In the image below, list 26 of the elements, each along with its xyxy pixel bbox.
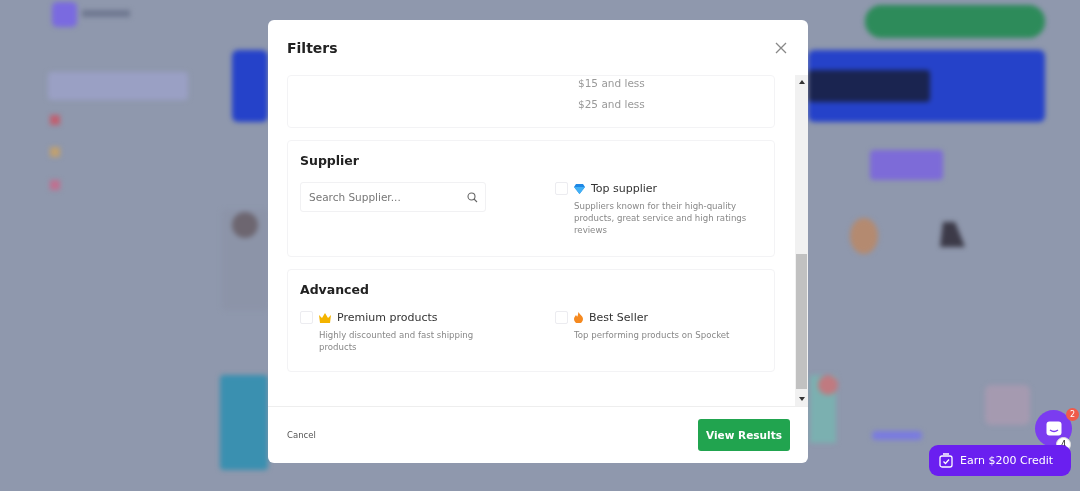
- option-description: Highly discounted and fast shipping products: [319, 329, 475, 353]
- gift-box-icon: [939, 453, 953, 468]
- option-description: Top performing products on Spocket: [574, 329, 731, 341]
- price-option[interactable]: $15 and less: [578, 77, 762, 89]
- view-results-button[interactable]: View Results: [698, 419, 790, 451]
- scroll-up-icon[interactable]: [798, 80, 805, 84]
- dialog-title: Filters: [287, 39, 338, 56]
- search-field[interactable]: Search Supplier...: [300, 182, 486, 212]
- diamond-icon: [574, 183, 585, 194]
- option-description: Suppliers known for their high-quality products, great service and high ratings reviews: [574, 200, 748, 236]
- scrollbar[interactable]: [795, 75, 808, 406]
- search-icon: [467, 192, 478, 203]
- section-title: Advanced: [300, 282, 370, 297]
- option-label: Top supplier: [591, 182, 658, 195]
- section-title: Supplier: [300, 153, 360, 168]
- crown-icon: [319, 312, 331, 323]
- flame-icon: [574, 312, 583, 323]
- cancel-button[interactable]: Cancel: [287, 430, 316, 440]
- close-icon[interactable]: [774, 40, 788, 55]
- chat-icon: [1045, 421, 1062, 436]
- price-option[interactable]: $25 and less: [578, 98, 762, 110]
- earn-credit-button[interactable]: Earn $200 Credit: [929, 445, 1071, 476]
- option-label: Best Seller: [589, 311, 648, 324]
- scroll-down-icon[interactable]: [798, 397, 805, 401]
- notification-badge: 2: [1066, 408, 1079, 421]
- option-label: Premium products: [337, 311, 438, 324]
